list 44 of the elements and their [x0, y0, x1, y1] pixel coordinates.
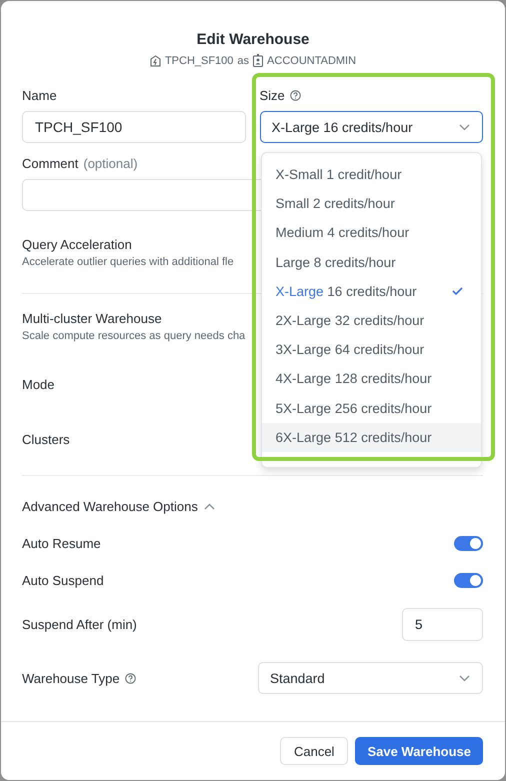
- size-option[interactable]: Large 8 credits/hour: [262, 248, 481, 277]
- checkmark-icon: [452, 287, 463, 296]
- size-option[interactable]: X-Large 16 credits/hour: [262, 276, 481, 306]
- name-field[interactable]: TPCH_SF100: [22, 111, 246, 143]
- role-name: ACCOUNTADMIN: [267, 54, 356, 66]
- size-option[interactable]: 2X-Large 32 credits/hour: [262, 306, 481, 336]
- warehouse-icon: [150, 54, 161, 66]
- as-text: as: [237, 54, 250, 66]
- field-label: Mode: [22, 376, 55, 392]
- field-label: Clusters: [22, 432, 70, 446]
- badge-icon: [253, 54, 264, 67]
- size-option[interactable]: Small 2 credits/hour: [262, 189, 481, 218]
- dialog-title: Edit Warehouse: [196, 31, 310, 48]
- suspend-after-field[interactable]: 5: [402, 608, 483, 640]
- help-icon[interactable]: [290, 90, 301, 101]
- warehouse-type-select[interactable]: Standard: [258, 662, 483, 694]
- section-description: Accelerate outlier queries with additional fle: [22, 256, 234, 268]
- section-title: Multi-cluster Warehouse: [22, 311, 162, 326]
- field-label: Auto Resume: [22, 536, 101, 550]
- size-option[interactable]: 4X-Large 128 credits/hour: [262, 364, 481, 394]
- field-label: Comment (optional): [22, 156, 139, 171]
- warehouse-name: TPCH_SF100: [164, 54, 234, 66]
- auto-resume-switch[interactable]: [454, 536, 483, 550]
- auto-suspend-switch[interactable]: [454, 572, 483, 588]
- cancel-button[interactable]: Cancel: [280, 737, 348, 765]
- size-option[interactable]: 5X-Large 256 credits/hour: [262, 394, 481, 423]
- size-option[interactable]: 6X-Large 512 credits/hour: [262, 422, 481, 452]
- section-title: Query Acceleration: [22, 236, 132, 252]
- help-icon[interactable]: [124, 672, 136, 684]
- size-option[interactable]: 3X-Large 64 credits/hour: [262, 335, 481, 364]
- field-label: Suspend After (min): [22, 616, 137, 632]
- size-select[interactable]: X-Large 16 credits/hour: [260, 111, 483, 143]
- field-label: Name: [22, 88, 58, 103]
- field-label: Warehouse Type: [22, 670, 120, 686]
- size-option[interactable]: Medium 4 credits/hour: [262, 218, 481, 248]
- chevron-up-icon: [204, 502, 215, 510]
- chevron-down-icon: [459, 124, 470, 130]
- field-label: Auto Suspend: [22, 572, 104, 588]
- field-label: Size: [260, 88, 285, 103]
- chevron-down-icon: [459, 674, 470, 682]
- advanced-options-toggle[interactable]: Advanced Warehouse Options: [22, 498, 215, 514]
- save-button[interactable]: Save Warehouse: [355, 737, 483, 765]
- size-option[interactable]: X-Small 1 credit/hour: [262, 160, 481, 190]
- section-description: Scale compute resources as query needs cha: [22, 330, 246, 342]
